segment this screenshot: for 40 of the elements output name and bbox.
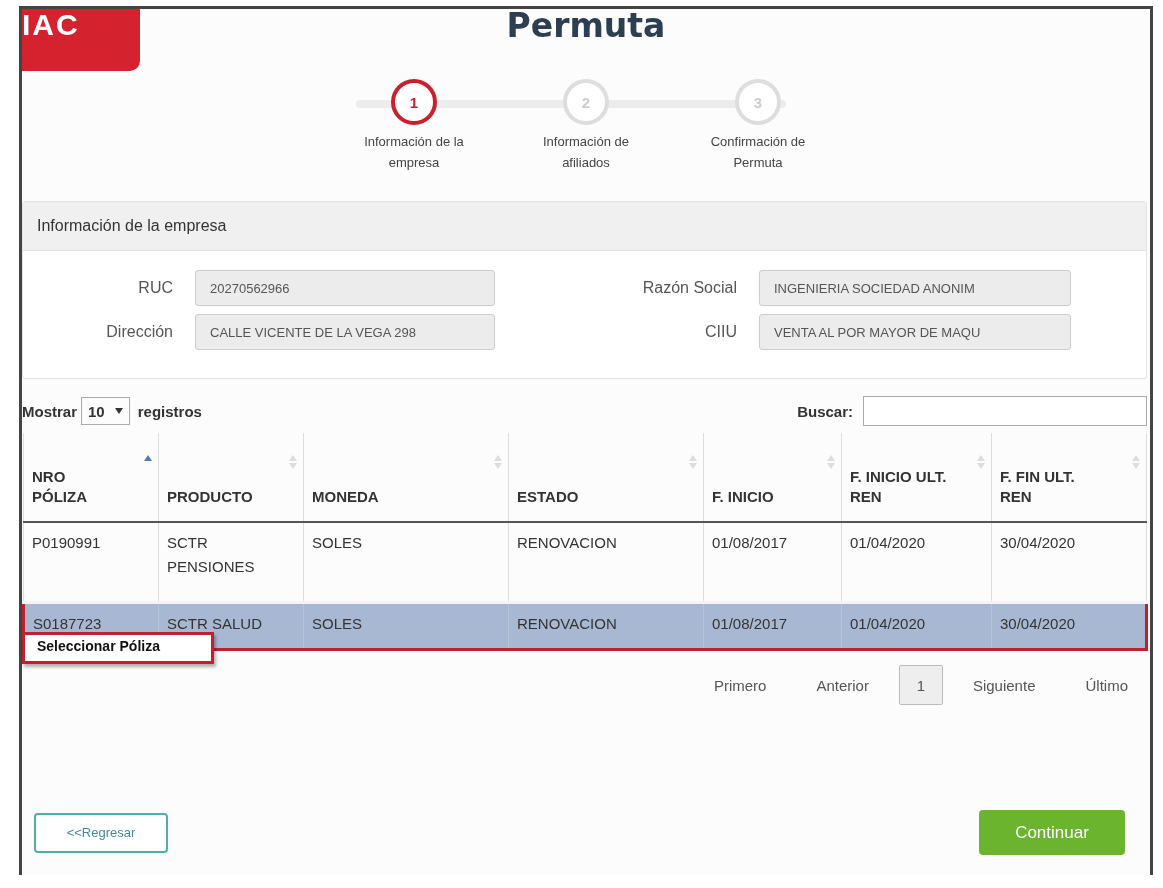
field-label: RUC (137, 279, 173, 297)
step-label: Información de afiliados (542, 133, 630, 172)
caret-icon (114, 408, 123, 414)
table-cell: 01/08/2017 (703, 602, 842, 650)
column-header[interactable]: PRODUCTO (158, 433, 304, 522)
search-field[interactable] (863, 396, 1147, 426)
pagination-link[interactable]: Anterior (816, 676, 869, 694)
pagination-link[interactable]: Primero (713, 676, 767, 694)
pagination-link[interactable]: Siguiente (972, 676, 1036, 694)
field-label: Razón Social (641, 279, 737, 297)
column-header[interactable]: F. INICIO ULT. REN (841, 433, 992, 522)
column-header[interactable]: F. INICIO (703, 433, 842, 522)
tooltip: Seleccionar Póliza (22, 632, 214, 664)
table-cell: SOLES (303, 602, 509, 650)
input-field[interactable]: CALLE VICENTE DE LA VEGA 298 (195, 314, 495, 350)
column-header[interactable]: MONEDA (303, 433, 509, 522)
table-cell: RENOVACION (508, 602, 704, 650)
column-header[interactable]: NRO PÓLIZA (23, 433, 159, 522)
input-field[interactable]: VENTA AL POR MAYOR DE MAQU (759, 314, 1071, 350)
page-size-dropdown[interactable]: 10 (81, 397, 130, 425)
field-label: Dirección (105, 323, 173, 341)
input-field[interactable]: 20270562966 (195, 270, 495, 306)
panel-header: Información de la empresa (23, 202, 1146, 251)
back-button[interactable]: <<Regresar (34, 812, 168, 853)
search-label: Buscar: (797, 402, 853, 420)
step-circle: 1 (391, 79, 437, 125)
field-label: CIIU (704, 323, 737, 341)
logo: IAC (22, 9, 140, 71)
page-title: Permuta (506, 9, 666, 47)
step-label: Confirmación de Permuta (709, 133, 807, 172)
column-header[interactable]: ESTADO (508, 433, 704, 522)
show-label: Mostrar (22, 402, 77, 420)
column-header[interactable]: F. FIN ULT. REN (991, 433, 1147, 522)
records-label: registros (137, 402, 202, 420)
table-cell: 01/04/2020 (841, 602, 992, 650)
page-number-button[interactable]: 1 (898, 665, 943, 705)
input-field[interactable]: INGENIERIA SOCIEDAD ANONIM (759, 270, 1071, 306)
step-label: Información de la empresa (363, 133, 465, 172)
pagination-link[interactable]: Último (1085, 676, 1128, 694)
table-cell: 30/04/2020 (991, 602, 1147, 650)
